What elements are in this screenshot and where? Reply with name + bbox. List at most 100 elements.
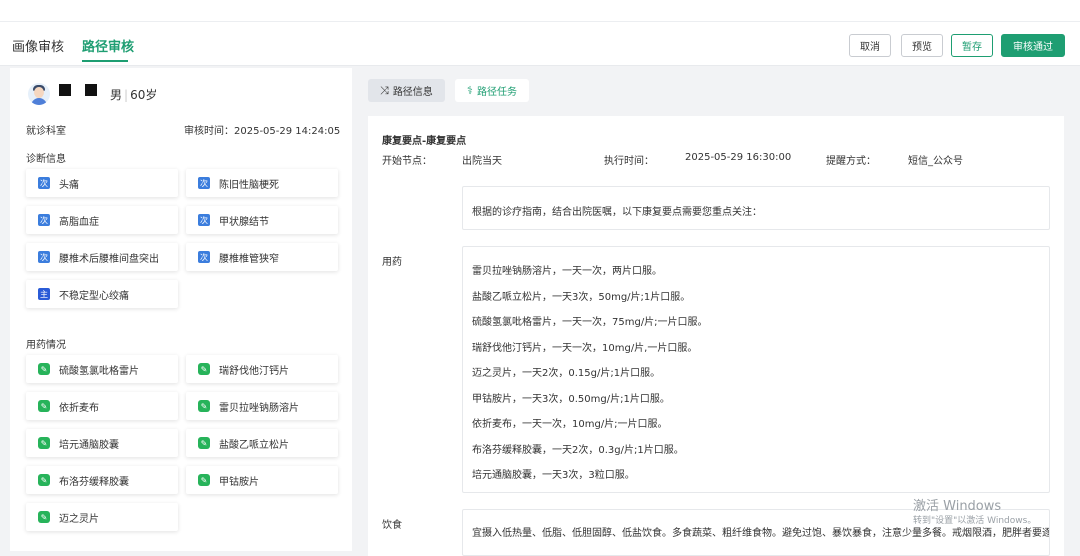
- diagnosis-label: 甲状腺结节: [219, 216, 269, 228]
- patient-panel: 男 | 60岁 就诊科室 审核时间：2025-05-29 14:24:05 诊断信息…: [10, 68, 352, 551]
- patient-gender: 男: [110, 88, 123, 102]
- pill-icon: ✎: [38, 511, 50, 523]
- med-line: 依折麦布，一天一次，10mg/片;一片口服。: [472, 419, 668, 430]
- diagnosis-card: 次腰椎术后腰椎间盘突出: [26, 243, 178, 271]
- review-time: 审核时间：2025-05-29 14:24:05: [184, 126, 341, 137]
- intro-text: 根据的诊疗指南，结合出院医嘱，以下康复要点需要您重点关注：: [472, 207, 762, 218]
- active-tab-underline: [82, 60, 128, 62]
- med-line: 甲钴胺片，一天3次，0.50mg/片;1片口服。: [472, 394, 670, 405]
- shuffle-icon: ⤨: [380, 83, 389, 97]
- medication-label: 硫酸氢氯吡格雷片: [59, 365, 139, 377]
- medication-card: ✎ 盐酸乙哌立松片: [186, 429, 338, 457]
- med-line: 盐酸乙哌立松片，一天3次，50mg/片;1片口服。: [472, 292, 691, 303]
- pill-icon: ✎: [38, 474, 50, 486]
- secondary-diagnosis-icon: 次: [198, 251, 210, 263]
- preview-button[interactable]: 预览: [901, 34, 943, 57]
- diagnosis-label: 陈旧性脑梗死: [219, 179, 279, 191]
- save-draft-button[interactable]: 暂存: [951, 34, 993, 57]
- pill-icon: ✎: [38, 363, 50, 375]
- approve-button[interactable]: 审核通过: [1001, 34, 1065, 57]
- remind-value: 短信_公众号: [908, 156, 963, 167]
- section-title: 康复要点-康复要点: [382, 136, 467, 147]
- diagnosis-label: 高脂血症: [59, 216, 99, 228]
- dept-label: 就诊科室: [26, 126, 66, 137]
- medication-label: 培元通脑胶囊: [59, 439, 119, 451]
- medication-label: 雷贝拉唑钠肠溶片: [219, 402, 299, 414]
- diagnosis-card: 次腰椎椎管狭窄: [186, 243, 338, 271]
- med-label: 用药: [382, 257, 402, 268]
- med-box: 雷贝拉唑钠肠溶片，一天一次，两片口服。 盐酸乙哌立松片，一天3次，50mg/片;…: [462, 246, 1050, 493]
- intro-box: 根据的诊疗指南，结合出院医嘱，以下康复要点需要您重点关注：: [462, 186, 1050, 230]
- medication-label: 迈之灵片: [59, 513, 99, 525]
- avatar: [28, 83, 50, 105]
- pill-icon: ✎: [38, 437, 50, 449]
- header-bar: 画像审核 路径审核 取消 预览 暂存 审核通过: [0, 22, 1080, 66]
- diagnosis-card: 次头痛: [26, 169, 178, 197]
- medication-card: ✎ 培元通脑胶囊: [26, 429, 178, 457]
- diagnosis-label: 腰椎术后腰椎间盘突出: [59, 253, 159, 265]
- pill-icon: ✎: [198, 437, 210, 449]
- patient-age: 60岁: [130, 88, 158, 102]
- medication-label: 依折麦布: [59, 402, 99, 414]
- medication-label: 瑞舒伐他汀钙片: [219, 365, 289, 377]
- tab-path-task[interactable]: ⚕ 路径任务: [455, 79, 529, 102]
- secondary-diagnosis-icon: 次: [38, 251, 50, 263]
- diagnosis-label: 头痛: [59, 179, 79, 191]
- start-node-value: 出院当天: [462, 156, 502, 167]
- medication-label: 布洛芬缓释胶囊: [59, 476, 129, 488]
- pill-icon: ✎: [198, 474, 210, 486]
- stethoscope-icon: ⚕: [467, 84, 473, 97]
- pill-icon: ✎: [198, 400, 210, 412]
- med-line: 硫酸氢氯吡格雷片，一天一次，75mg/片;一片口服。: [472, 317, 708, 328]
- path-detail-panel: ⤨ 路径信息 ⚕ 路径任务 康复要点-康复要点 开始节点： 出院当天 执行时间： 2…: [355, 68, 1080, 556]
- windows-activation-hint: 转到"设置"以激活 Windows。: [913, 516, 1037, 526]
- exec-time-value: 2025-05-29 16:30:00: [685, 152, 792, 163]
- pill-icon: ✎: [38, 400, 50, 412]
- medication-title: 用药情况: [26, 340, 66, 351]
- top-strip: [0, 0, 1080, 22]
- secondary-diagnosis-icon: 次: [38, 177, 50, 189]
- med-line: 迈之灵片，一天2次，0.15g/片;1片口服。: [472, 368, 661, 379]
- tab-portrait-review[interactable]: 画像审核: [12, 36, 64, 55]
- diet-label: 饮食: [382, 520, 402, 531]
- med-line: 布洛芬缓释胶囊，一天2次，0.3g/片;1片口服。: [472, 445, 684, 456]
- start-node-label: 开始节点：: [382, 156, 432, 167]
- diagnosis-label: 腰椎椎管狭窄: [219, 253, 279, 265]
- windows-activation-title: 激活 Windows: [913, 499, 1002, 514]
- secondary-diagnosis-icon: 次: [198, 214, 210, 226]
- medication-card: ✎ 硫酸氢氯吡格雷片: [26, 355, 178, 383]
- diagnosis-card: 主不稳定型心绞痛: [26, 280, 178, 308]
- path-content: 康复要点-康复要点 开始节点： 出院当天 执行时间： 2025-05-29 16…: [368, 116, 1064, 556]
- diagnosis-card: 次高脂血症: [26, 206, 178, 234]
- tab-path-info-label: 路径信息: [392, 87, 433, 98]
- diagnosis-title: 诊断信息: [26, 154, 66, 165]
- exec-time-label: 执行时间：: [604, 156, 654, 167]
- medication-card: ✎ 布洛芬缓释胶囊: [26, 466, 178, 494]
- diagnosis-card: 次陈旧性脑梗死: [186, 169, 338, 197]
- tab-path-review[interactable]: 路径审核: [82, 36, 134, 55]
- diet-text: 宜摄入低热量、低脂、低胆固醇、低盐饮食。多食蔬菜、粗纤维食物。避免过饱、暴饮暴食…: [472, 528, 1050, 539]
- medication-card: ✎ 雷贝拉唑钠肠溶片: [186, 392, 338, 420]
- redacted-name-block: [59, 84, 71, 96]
- tab-path-info[interactable]: ⤨ 路径信息: [368, 79, 445, 102]
- medication-card: ✎ 迈之灵片: [26, 503, 178, 531]
- diagnosis-card: 次甲状腺结节: [186, 206, 338, 234]
- medication-card: ✎ 依折麦布: [26, 392, 178, 420]
- remind-label: 提醒方式：: [826, 156, 876, 167]
- cancel-button[interactable]: 取消: [849, 34, 891, 57]
- redacted-name-block: [85, 84, 97, 96]
- secondary-diagnosis-icon: 次: [38, 214, 50, 226]
- patient-gender-age: 男 | 60岁: [110, 88, 158, 102]
- med-line: 培元通脑胶囊，一天3次，3粒口服。: [472, 470, 635, 481]
- medication-label: 盐酸乙哌立松片: [219, 439, 289, 451]
- diagnosis-label: 不稳定型心绞痛: [59, 290, 129, 302]
- pill-icon: ✎: [198, 363, 210, 375]
- tab-path-task-label: 路径任务: [476, 87, 517, 98]
- medication-card: ✎ 甲钴胺片: [186, 466, 338, 494]
- med-line: 雷贝拉唑钠肠溶片，一天一次，两片口服。: [472, 266, 662, 277]
- secondary-diagnosis-icon: 次: [198, 177, 210, 189]
- medication-label: 甲钴胺片: [219, 476, 259, 488]
- med-line: 瑞舒伐他汀钙片，一天一次，10mg/片,一片口服。: [472, 343, 698, 354]
- main-diagnosis-icon: 主: [38, 288, 50, 300]
- medication-card: ✎ 瑞舒伐他汀钙片: [186, 355, 338, 383]
